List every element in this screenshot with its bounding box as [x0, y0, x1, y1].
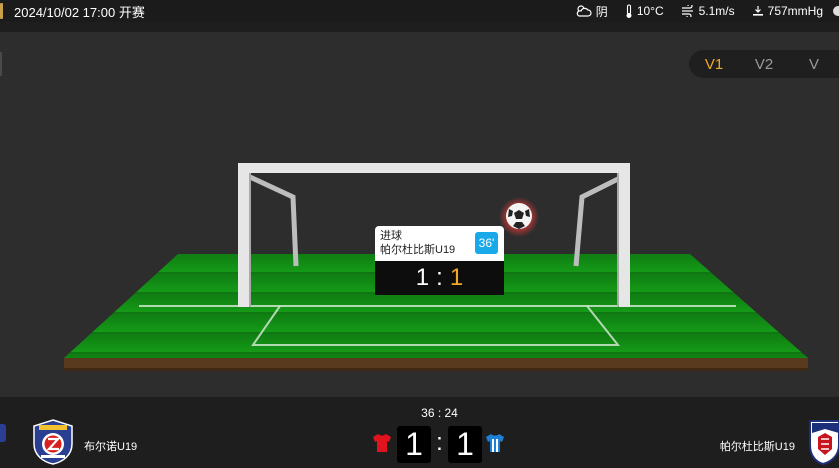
wind-icon	[681, 5, 693, 17]
home-team-logo[interactable]	[32, 419, 74, 465]
weather-condition-text: 阴	[595, 4, 608, 19]
match-animation-stage: V1 V2 V 进球 帕尔杜比斯U19 36' 1 : 1	[0, 32, 839, 397]
away-score: 1	[448, 426, 482, 463]
home-jersey-icon	[373, 433, 391, 452]
football-icon	[506, 203, 532, 229]
pitch-graphic	[64, 163, 808, 371]
home-edge-marker	[0, 424, 6, 442]
event-score-home: 1	[415, 264, 430, 291]
event-score-separator: :	[436, 264, 443, 291]
weather-pressure: 757mmHg	[752, 4, 823, 18]
tab-v2[interactable]: V2	[739, 56, 789, 73]
event-team: 帕尔杜比斯U19	[380, 244, 456, 256]
weather-condition: 阴	[575, 3, 608, 20]
event-score-away: 1	[449, 264, 464, 291]
home-team-name[interactable]: 布尔诺U19	[84, 438, 137, 454]
event-minute-badge: 36'	[475, 232, 498, 254]
away-jersey-icon	[486, 434, 504, 452]
tab-v1[interactable]: V1	[689, 56, 739, 73]
view-tabs: V1 V2 V	[689, 50, 839, 78]
thermometer-icon	[626, 3, 632, 18]
match-info: 2024/10/02 17:00 开赛	[0, 0, 145, 22]
pressure-text: 757mmHg	[767, 4, 823, 18]
goal-right-post	[619, 163, 630, 307]
away-team-name[interactable]: 帕尔杜比斯U19	[720, 438, 795, 454]
goal-crossbar	[238, 163, 630, 173]
event-header: 进球 帕尔杜比斯U19 36'	[375, 226, 504, 261]
temperature-text: 10°C	[636, 4, 664, 18]
event-type: 进球	[380, 230, 402, 242]
goal-event-card: 进球 帕尔杜比斯U19 36' 1 : 1	[375, 226, 504, 295]
home-score: 1	[397, 426, 431, 463]
pressure-icon	[752, 6, 763, 16]
goal-back-left	[248, 174, 299, 267]
away-team-logo[interactable]	[808, 419, 839, 465]
top-bar: 2024/10/02 17:00 开赛 阴 10°C 5.1m/s 757mmH…	[0, 0, 839, 22]
tab-v3[interactable]: V	[789, 56, 839, 73]
goal-left-post	[238, 163, 249, 307]
weather-bar: 阴 10°C 5.1m/s 757mmHg	[575, 0, 839, 22]
weather-temperature: 10°C	[625, 3, 664, 19]
event-score: 1 : 1	[375, 261, 504, 295]
match-clock: 36 : 24	[421, 406, 458, 420]
weather-wind: 5.1m/s	[681, 4, 735, 18]
score-separator: :	[436, 429, 443, 456]
pitch-soil-shadow	[64, 368, 808, 371]
edge-marker	[0, 3, 3, 19]
scoreboard: 36 : 24 布尔诺U19 1 : 1 帕尔杜比斯U19	[0, 397, 839, 468]
kickoff-time: 2024/10/02 17:00 开赛	[14, 4, 145, 20]
wind-text: 5.1m/s	[698, 4, 735, 18]
edge-indicator	[833, 6, 839, 16]
goal-back-right	[573, 174, 624, 267]
cloudy-weather-icon	[576, 5, 592, 17]
